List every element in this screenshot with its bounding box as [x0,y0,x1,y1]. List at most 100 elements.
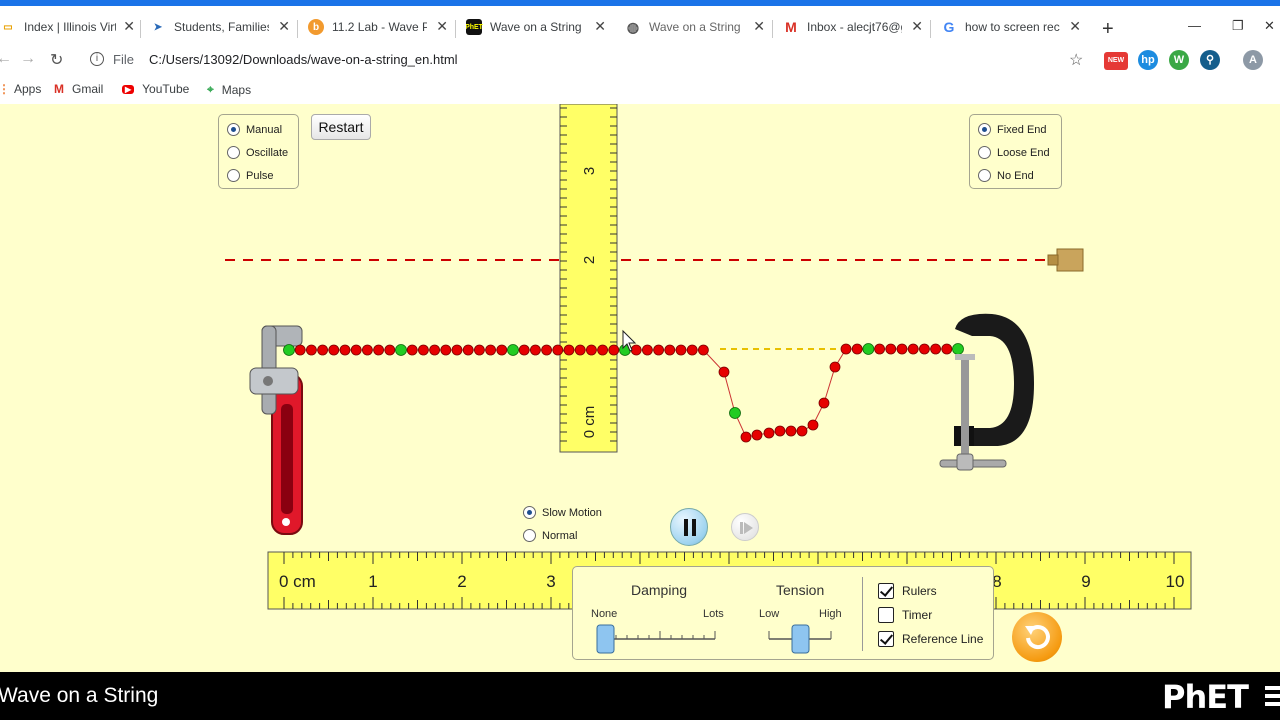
browser-tab[interactable]: ◍ Wave on a String ✕ [625,12,765,42]
fixed-end-radio[interactable]: Fixed End [978,123,1047,136]
forward-icon[interactable]: → [20,50,36,68]
loose-end-radio[interactable]: Loose End [978,146,1050,159]
normal-speed-radio[interactable]: Normal [523,529,577,542]
phet-logo[interactable]: PhET [1162,678,1249,716]
damping-slider-thumb[interactable] [596,624,615,654]
checkbox[interactable] [878,583,894,599]
tension-slider-thumb[interactable] [791,624,810,654]
close-icon[interactable]: ✕ [436,18,448,35]
string-bead [763,427,775,439]
string-bead [563,344,575,356]
radio-button[interactable] [978,123,991,136]
rulers-checkbox[interactable]: Rulers [878,583,937,599]
string-bead [328,344,340,356]
string-bead [429,344,441,356]
info-icon[interactable]: i [90,52,104,66]
mode-oscillate-radio[interactable]: Oscillate [227,146,288,159]
checkbox[interactable] [878,631,894,647]
string-bead [919,343,930,355]
clamp-icon [939,313,1034,471]
pause-button[interactable] [670,508,708,546]
minimize-icon[interactable]: — [1188,18,1201,33]
browser-tab[interactable]: ➤ Students, Families & Staff ✕ [150,12,290,42]
new-tab-button[interactable]: + [1102,18,1114,41]
string-bead [518,344,530,356]
url-input[interactable]: C:/Users/13092/Downloads/wave-on-a-strin… [149,52,458,67]
close-icon[interactable]: ✕ [594,18,606,35]
browser-tab[interactable]: PhET Wave on a String ✕ [466,12,606,42]
no-end-radio[interactable]: No End [978,169,1034,182]
wrench-icon[interactable] [249,325,303,535]
restart-button[interactable]: Restart [311,114,371,140]
string-bead [874,343,885,355]
page-icon: ▭ [3,21,13,33]
radio-button[interactable] [523,506,536,519]
vertical-ruler[interactable]: 3 2 0 cm [559,104,618,453]
string-bead [361,344,373,356]
search-extension-icon[interactable]: ⚲ [1200,50,1220,70]
close-icon[interactable]: ✕ [278,18,290,35]
step-button[interactable] [731,513,759,541]
radio-button[interactable] [227,169,240,182]
new-extension-icon[interactable]: NEW [1104,52,1128,70]
string-bead [840,343,852,355]
mode-pulse-radio[interactable]: Pulse [227,169,274,182]
close-icon[interactable]: ✕ [753,18,765,35]
close-icon[interactable]: ✕ [1069,18,1081,35]
damping-slider[interactable] [593,623,723,657]
reference-line-checkbox[interactable]: Reference Line [878,631,983,647]
close-window-icon[interactable]: ✕ [1264,18,1275,34]
radio-button[interactable] [227,146,240,159]
bookmark-youtube[interactable]: ▶ YouTube [122,82,189,96]
mode-manual-radio[interactable]: Manual [227,123,282,136]
string-bead [642,344,653,356]
string-bead [796,425,808,437]
marker-bead [283,344,295,356]
string-bead [373,344,385,356]
string-bead [785,425,797,437]
string-bead [896,343,908,355]
string-bead [851,343,863,355]
bookmark-maps[interactable]: ⌖ Maps [207,82,251,97]
bookmark-gmail[interactable]: M Gmail [54,82,103,96]
string-bead [496,344,508,356]
reset-all-button[interactable] [1012,612,1062,662]
checkbox[interactable] [878,607,894,623]
restore-icon[interactable]: ❐ [1232,18,1244,34]
tension-slider[interactable] [759,623,839,657]
radio-button[interactable] [978,169,991,182]
string-beads[interactable] [283,343,964,443]
radio-button[interactable] [978,146,991,159]
string-bead [718,366,730,378]
menu-icon[interactable] [1265,686,1280,706]
timer-checkbox[interactable]: Timer [878,607,932,623]
string-bead [541,344,552,356]
back-icon[interactable]: ← [0,50,12,68]
string-bead [930,343,941,355]
profile-avatar[interactable]: A [1243,50,1263,70]
slow-motion-radio[interactable]: Slow Motion [523,506,602,519]
horizontal-ruler-tick-label: 3 [546,572,555,591]
apps-icon: ⋮ [0,82,10,96]
string-bead [675,344,687,356]
damping-min-label: None [591,608,618,620]
browser-tab[interactable]: M Inbox - alecjt76@gmail.com ✕ [783,12,923,42]
string-bead [417,344,429,356]
hp-icon[interactable]: hp [1138,50,1158,70]
string-bead [406,344,418,356]
browser-tab[interactable]: b 11.2 Lab - Wave Properties ✕ [308,12,448,42]
bookmark-apps[interactable]: ⋮ Apps [0,82,41,96]
close-icon[interactable]: ✕ [911,18,923,35]
star-icon[interactable]: ☆ [1069,50,1083,70]
reload-icon[interactable]: ↻ [50,50,63,70]
reference-line-handle[interactable] [1047,248,1084,272]
browser-tab[interactable]: ▭ Index | Illinois Virtual Campus ✕ [0,12,135,42]
pointer-icon: ➤ [153,21,163,33]
radio-button[interactable] [523,529,536,542]
string-bead [339,344,351,356]
radio-button[interactable] [227,123,240,136]
w-extension-icon[interactable]: W [1169,50,1189,70]
browser-tab[interactable]: G how to screen record ✕ [941,12,1081,42]
string-bead [818,397,830,409]
close-icon[interactable]: ✕ [123,18,135,35]
